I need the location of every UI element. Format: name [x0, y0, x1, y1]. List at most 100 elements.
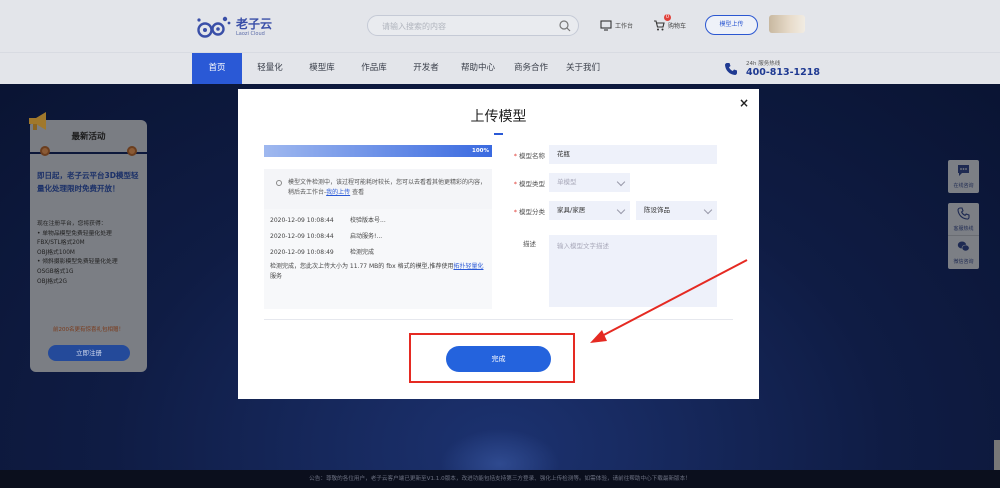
modal-title: 上传模型 [470, 109, 527, 125]
promo-line: FBX/STL格式20M [37, 240, 85, 247]
log-time: 2020-12-09 10:08:44 [270, 217, 334, 224]
model-category-select-secondary[interactable]: 陈设饰品 [636, 201, 717, 220]
result-text: 检测完成，您此次上传大小为 11.77 MB的 fbx 格式的模型,推荐使用 [270, 263, 454, 270]
annotation-arrow-icon [590, 259, 748, 343]
promo-line: OBJ格式100M [37, 249, 75, 256]
hotline-label: 24h 服务热线 [746, 61, 781, 67]
wechat-icon [957, 241, 970, 252]
promo-details: 现在注册平台，您将获得： • 单物品模型免费轻量化处理 FBX/STL格式20M… [37, 220, 143, 287]
close-icon[interactable]: × [738, 97, 750, 109]
hotline: 24h 服务热线 400-813-1218 [722, 59, 822, 81]
logo-mark-icon [197, 16, 231, 38]
chat-icon [958, 165, 969, 176]
side-tool-wechat[interactable]: 微信咨询 [948, 236, 979, 269]
search-box [367, 15, 579, 36]
log-message: 检测完成 [350, 249, 375, 256]
pin-right-icon [127, 146, 137, 156]
cart-icon [654, 19, 665, 30]
cart-label: 购物车 [668, 22, 687, 30]
log-time: 2020-12-09 10:08:44 [270, 233, 334, 240]
description-label: 描述 [523, 240, 536, 248]
promo-line: 现在注册平台，您将获得： [37, 221, 107, 227]
log-list: 2020-12-09 10:08:44 校验版本号... 2020-12-09 1… [264, 209, 492, 309]
side-tools: 在线咨询 客服热线 微信咨询 [948, 160, 979, 279]
model-type-value: 单模型 [557, 178, 577, 186]
log-row: 2020-12-09 10:08:44 校验版本号... [270, 215, 386, 224]
log-time: 2020-12-09 10:08:49 [270, 249, 334, 256]
nav-item-home[interactable]: 首页 [192, 53, 242, 84]
side-tool-label: 在线咨询 [953, 183, 974, 189]
annotation-highlight-box [409, 333, 575, 383]
topology-lightweight-link[interactable]: 拓扑轻量化 [453, 263, 483, 270]
log-message: 校验版本号... [350, 217, 386, 224]
nav-item-works-library[interactable]: 作品库 [354, 53, 394, 84]
log-row: 2020-12-09 10:08:49 检测完成 [270, 247, 374, 256]
title-underline [494, 133, 503, 135]
notice-tail: 查看 [352, 189, 365, 196]
info-icon [276, 180, 282, 186]
promo-line: • 倾斜摄影模型免费轻量化处理 [37, 259, 118, 266]
workbench-label: 工作台 [615, 22, 634, 30]
logo-subtext: Laozi Cloud [236, 31, 265, 37]
nav-item-lightweight[interactable]: 轻量化 [250, 53, 290, 84]
chevron-down-icon [616, 205, 626, 215]
side-tool-online-chat[interactable]: 在线咨询 [948, 160, 979, 193]
promo-line: OSGB格式1G [37, 268, 74, 275]
side-tool-label: 客服热线 [953, 226, 974, 232]
progress-fill [264, 145, 492, 157]
detection-notice: 模型文件检测中，该过程可能耗时较长，您可以去看看其他更精彩的内容，稍后去工作台-… [288, 178, 488, 198]
search-icon[interactable] [558, 19, 572, 33]
model-category-select-primary[interactable]: 家具/家居 [549, 201, 630, 220]
phone-icon [957, 207, 970, 220]
promo-card: 最新活动 即日起，老子云平台3D模型轻量化处理限时免费开放！ 现在注册平台，您将… [29, 112, 147, 372]
model-category-label: * 模型分类 [513, 208, 545, 216]
result-tail: 服务 [270, 273, 283, 280]
notice-text: 模型文件检测中，该过程可能耗时较长，您可以去看看其他更精彩的内容，稍后去工作台- [288, 179, 487, 196]
model-name-input[interactable]: 花瓶 [549, 145, 717, 164]
detection-log: 模型文件检测中，该过程可能耗时较长，您可以去看看其他更精彩的内容，稍后去工作台-… [264, 169, 492, 309]
search-input[interactable] [382, 19, 552, 33]
nav-item-model-library[interactable]: 模型库 [302, 53, 342, 84]
register-button[interactable]: 立即注册 [48, 345, 130, 361]
side-tool-box: 客服热线 微信咨询 [948, 203, 979, 269]
user-avatar[interactable] [769, 15, 805, 33]
main-nav: 首页 轻量化 模型库 作品库 开发者 帮助中心 商务合作 关于我们 24h 服务… [0, 52, 1000, 84]
log-message: 启动服务!... [350, 233, 383, 240]
nav-item-about[interactable]: 关于我们 [561, 53, 605, 84]
side-tool-hotline[interactable]: 客服热线 [948, 203, 979, 236]
model-name-label: * 模型名称 [513, 152, 545, 160]
monitor-icon [600, 19, 612, 31]
promo-warning: 前200名更有惊喜礼包相赠！ [53, 327, 124, 333]
detection-result: 检测完成，您此次上传大小为 11.77 MB的 fbx 格式的模型,推荐使用拓扑… [270, 262, 490, 282]
progress-percent: 100% [472, 148, 489, 154]
logo[interactable]: 老子云 Laozi Cloud [196, 10, 286, 42]
side-tool-label: 微信咨询 [953, 259, 974, 265]
top-header: 老子云 Laozi Cloud 工作台 购物车 0 模型上传 [0, 0, 1000, 52]
announcement-bar: 公告：尊敬的各位用户，老子云客户端已更新至V1.1.0版本，改进功能包括支持第三… [0, 470, 1000, 488]
nav-item-business[interactable]: 商务合作 [509, 53, 553, 84]
logo-text: 老子云 [236, 17, 273, 31]
my-uploads-link[interactable]: 我的上传 [326, 189, 350, 196]
chevron-down-icon [616, 177, 626, 187]
workbench-link[interactable]: 工作台 [600, 16, 633, 34]
phone-icon [725, 63, 737, 75]
nav-item-developer[interactable]: 开发者 [406, 53, 446, 84]
model-upload-button[interactable]: 模型上传 [705, 15, 758, 35]
log-row: 2020-12-09 10:08:44 启动服务!... [270, 231, 382, 240]
side-tool-box: 在线咨询 [948, 160, 979, 193]
megaphone-icon [29, 112, 46, 130]
cart-count-badge: 0 [664, 14, 671, 21]
nav-item-help-center[interactable]: 帮助中心 [456, 53, 500, 84]
model-type-label: * 模型类型 [513, 180, 545, 188]
category-secondary-value: 陈设饰品 [644, 206, 670, 214]
promo-headline: 即日起，老子云平台3D模型轻量化处理限时免费开放！ [37, 171, 139, 193]
hotline-number: 400-813-1218 [746, 67, 820, 78]
upload-progress-bar: 100% [264, 145, 492, 157]
promo-line: OBJ格式2G [37, 278, 68, 285]
promo-line: • 单物品模型免费轻量化处理 [37, 230, 112, 237]
pin-left-icon [40, 146, 50, 156]
category-primary-value: 家具/家居 [557, 206, 586, 214]
model-type-select[interactable]: 单模型 [549, 173, 630, 192]
page-scrollbar[interactable] [994, 440, 1000, 470]
chevron-down-icon [703, 205, 713, 215]
